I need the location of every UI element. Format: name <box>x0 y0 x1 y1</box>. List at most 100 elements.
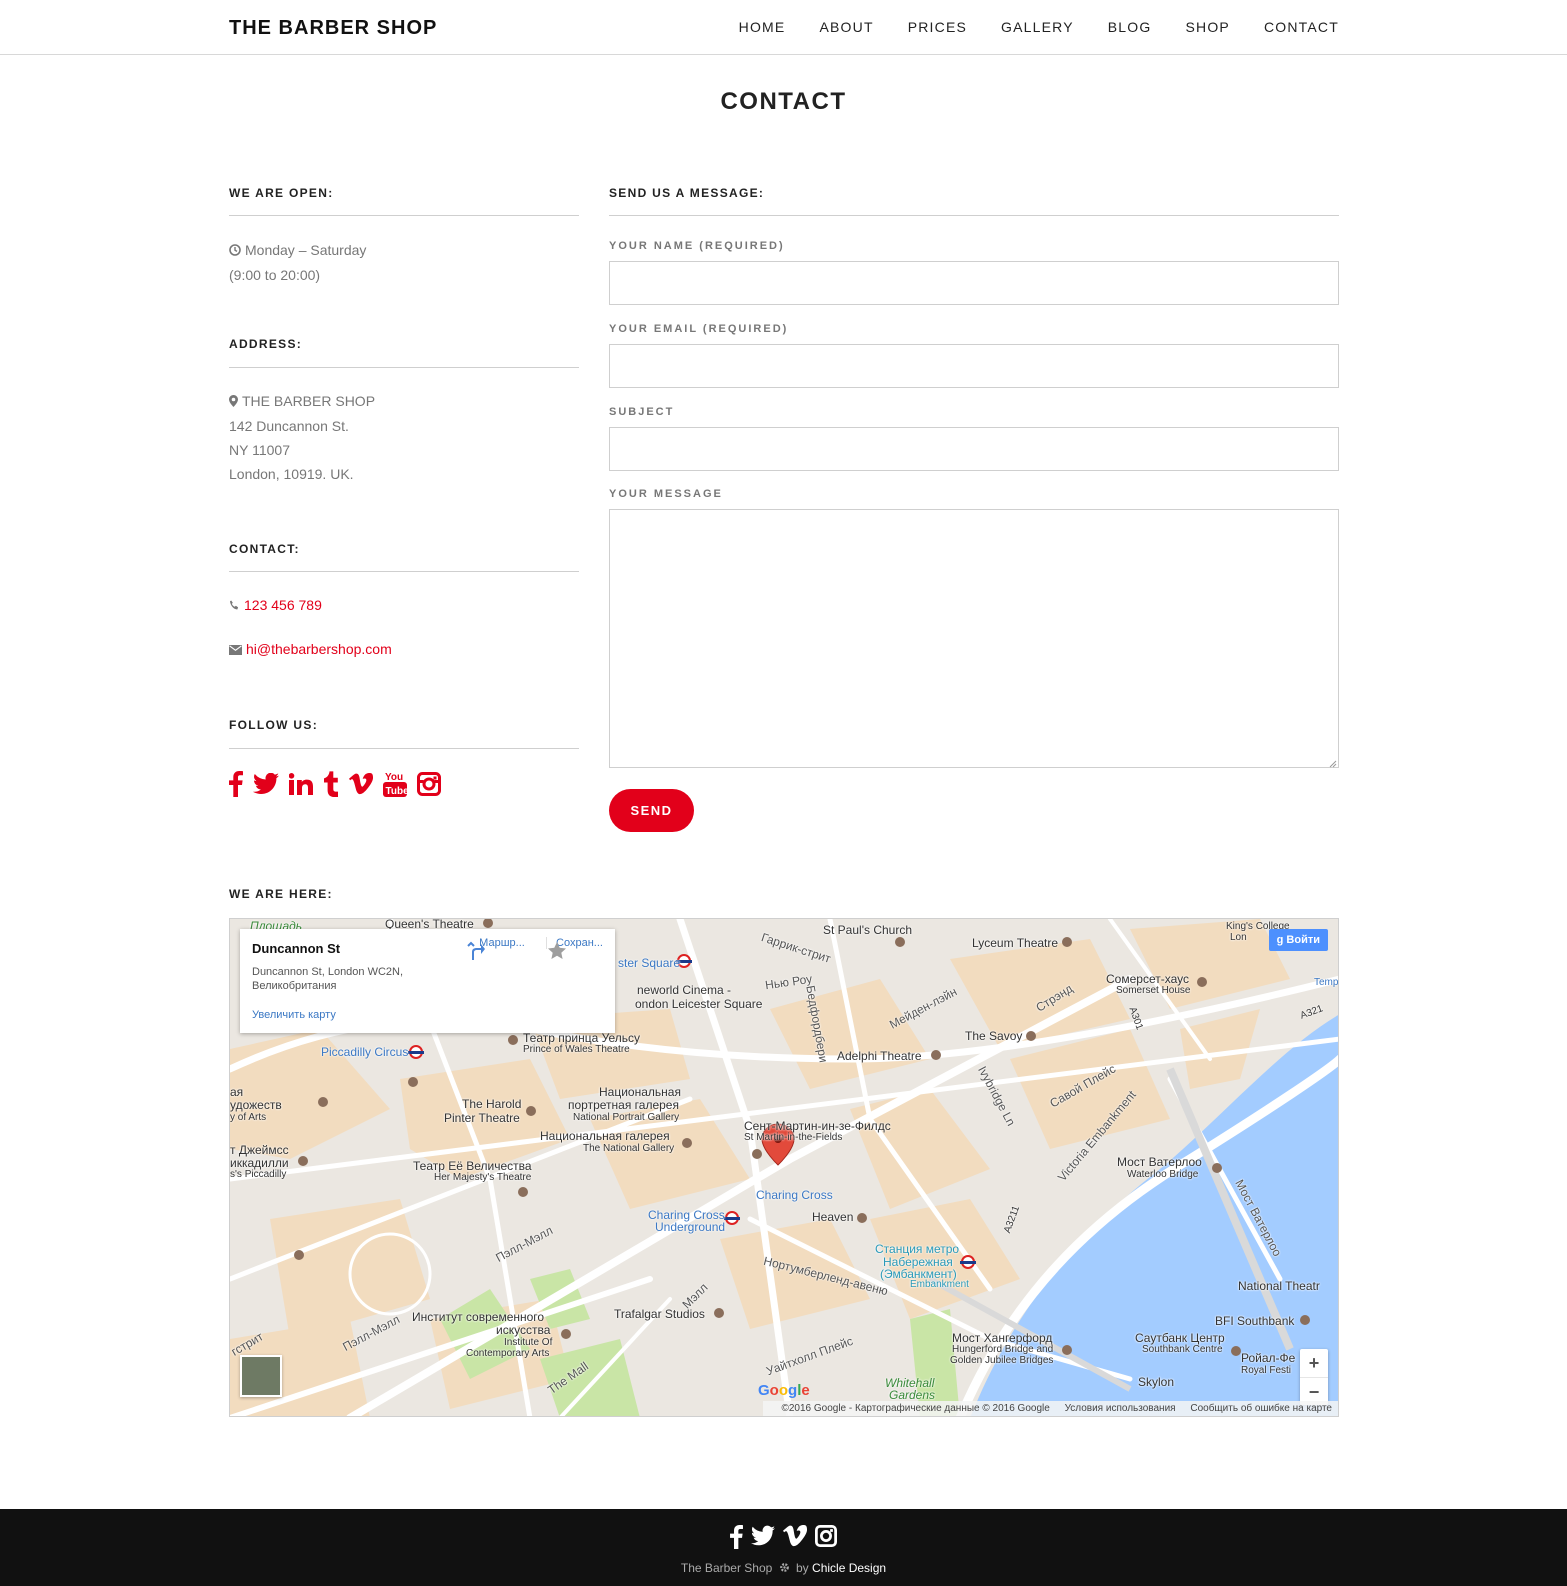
star-icon <box>548 942 566 959</box>
nav-gallery[interactable]: GALLERY <box>1001 19 1074 35</box>
map-label: иккадилли <box>230 1156 289 1170</box>
map-report-link[interactable]: Сообщить об ошибке на карте <box>1190 1403 1332 1414</box>
follow-heading: FOLLOW US: <box>229 718 318 732</box>
enlarge-map-link[interactable]: Увеличить карту <box>252 1009 336 1021</box>
divider <box>229 571 579 572</box>
map-zoom-control: + − <box>1300 1349 1328 1405</box>
footer-brand: The Barber Shop <box>680 1561 773 1575</box>
gear-icon <box>779 1562 790 1576</box>
nav-blog[interactable]: BLOG <box>1108 19 1152 35</box>
map-signin-button[interactable]: g Войти <box>1268 929 1328 951</box>
tumblr-icon[interactable] <box>323 771 339 797</box>
instagram-icon[interactable] <box>815 1525 837 1549</box>
nav-prices[interactable]: PRICES <box>908 19 967 35</box>
email-label: YOUR EMAIL (REQUIRED) <box>609 323 789 335</box>
facebook-icon[interactable] <box>229 771 243 797</box>
social-links: You Tube <box>229 770 451 798</box>
name-label: YOUR NAME (REQUIRED) <box>609 240 785 252</box>
map-label: Institute Of <box>504 1337 553 1348</box>
contact-heading: CONTACT: <box>229 542 300 556</box>
clock-icon <box>229 239 241 263</box>
email-field[interactable] <box>609 344 1339 388</box>
map-label: Embankment <box>910 1279 969 1290</box>
main-nav: HOME ABOUT PRICES GALLERY BLOG SHOP CONT… <box>705 19 1339 35</box>
form-heading: SEND US A MESSAGE: <box>609 186 765 200</box>
satellite-toggle[interactable] <box>240 1355 282 1397</box>
map-label: Театр принца Уельсу <box>523 1031 640 1045</box>
twitter-icon[interactable] <box>253 773 279 795</box>
map-label: BFI Southbank <box>1215 1314 1295 1328</box>
map-heading: WE ARE HERE: <box>229 887 333 901</box>
map-label: National Portrait Gallery <box>573 1112 680 1123</box>
svg-text:Tube: Tube <box>386 786 408 797</box>
map-label: Hungerford Bridge and <box>952 1344 1054 1355</box>
vimeo-icon[interactable] <box>783 1525 807 1549</box>
address-line: 142 Duncannon St. <box>229 418 349 434</box>
map-label: neworld Cinema - <box>637 983 732 997</box>
map-card-title: Duncannon St <box>252 941 341 956</box>
divider <box>229 215 579 216</box>
email-link[interactable]: hi@thebarbershop.com <box>246 641 392 657</box>
directions-button[interactable]: Маршр... <box>466 937 538 960</box>
footer-social <box>0 1525 1567 1549</box>
phone-link[interactable]: 123 456 789 <box>244 597 322 613</box>
map-label: Golden Jubilee Bridges <box>950 1355 1054 1366</box>
site-footer: The Barber Shop by Chicle Design <box>0 1509 1567 1586</box>
map-label: The National Gallery <box>583 1143 675 1154</box>
envelope-icon <box>229 638 242 662</box>
map-label: Waterloo Bridge <box>1127 1169 1199 1180</box>
twitter-icon[interactable] <box>751 1525 775 1549</box>
map-label: Pinter Theatre <box>444 1111 520 1125</box>
map-label: Somerset House <box>1116 985 1191 996</box>
nav-home[interactable]: HOME <box>739 19 786 35</box>
address-line: NY 11007 <box>229 442 290 458</box>
designer-link[interactable]: Chicle Design <box>812 1561 886 1575</box>
map-label: St Martin-in-the-Fields <box>744 1132 843 1143</box>
map-label: т Джеймсс <box>230 1143 289 1157</box>
divider <box>229 367 579 368</box>
site-logo[interactable]: THE BARBER SHOP <box>229 17 437 40</box>
map-attribution: ©2016 Google - Картографические данные ©… <box>763 1401 1338 1416</box>
map-label: Мост Ватерлоо <box>1117 1155 1202 1169</box>
map-label: The Savoy <box>965 1029 1023 1043</box>
message-field[interactable] <box>609 509 1339 768</box>
site-header: THE BARBER SHOP HOME ABOUT PRICES GALLER… <box>0 0 1567 55</box>
instagram-icon[interactable] <box>417 772 441 796</box>
send-button[interactable]: SEND <box>609 789 694 832</box>
facebook-icon[interactable] <box>730 1525 743 1549</box>
map-label: Сомерсет-хаус <box>1106 972 1189 986</box>
nav-about[interactable]: ABOUT <box>819 19 873 35</box>
save-place-button[interactable]: Сохран... <box>546 937 612 959</box>
zoom-in-button[interactable]: + <box>1300 1349 1328 1377</box>
subject-field[interactable] <box>609 427 1339 471</box>
nav-contact[interactable]: CONTACT <box>1264 19 1339 35</box>
map-terms-link[interactable]: Условия использования <box>1065 1403 1176 1414</box>
google-logo: Google <box>758 1382 810 1399</box>
map-copyright: ©2016 Google - Картографические данные ©… <box>781 1403 1050 1414</box>
map-label: Саутбанк Центр <box>1135 1331 1225 1345</box>
page-title: CONTACT <box>720 88 847 115</box>
footer-credit: The Barber Shop by Chicle Design <box>0 1561 1567 1576</box>
name-field[interactable] <box>609 261 1339 305</box>
directions-icon <box>467 941 485 960</box>
map-label: Trafalgar Studios <box>614 1307 705 1321</box>
map-label: Lyceum Theatre <box>972 936 1059 950</box>
email-line: hi@thebarbershop.com <box>229 637 392 662</box>
map-label: Национальная галерея <box>540 1129 670 1143</box>
map-info-card: Duncannon St Duncannon St, London WC2N, … <box>240 929 615 1033</box>
youtube-icon[interactable]: You Tube <box>383 770 407 798</box>
divider <box>229 748 579 749</box>
google-map[interactable]: Queen's Theatre Площадь St Paul's Church… <box>229 918 1339 1417</box>
map-label: ая <box>230 1085 244 1099</box>
vimeo-icon[interactable] <box>349 773 373 795</box>
map-label: Prince of Wales Theatre <box>523 1044 630 1055</box>
map-label: Ройал-Фе <box>1241 1351 1296 1365</box>
map-label: искусства <box>496 1323 551 1337</box>
address-info: THE BARBER SHOP 142 Duncannon St. NY 110… <box>229 389 375 486</box>
phone-line: 123 456 789 <box>229 593 322 618</box>
address-line: London, 10919. UK. <box>229 466 354 482</box>
map-label: Southbank Centre <box>1142 1344 1223 1355</box>
linkedin-icon[interactable] <box>289 773 313 795</box>
resize-handle-icon[interactable] <box>1327 755 1337 768</box>
nav-shop[interactable]: SHOP <box>1185 19 1229 35</box>
